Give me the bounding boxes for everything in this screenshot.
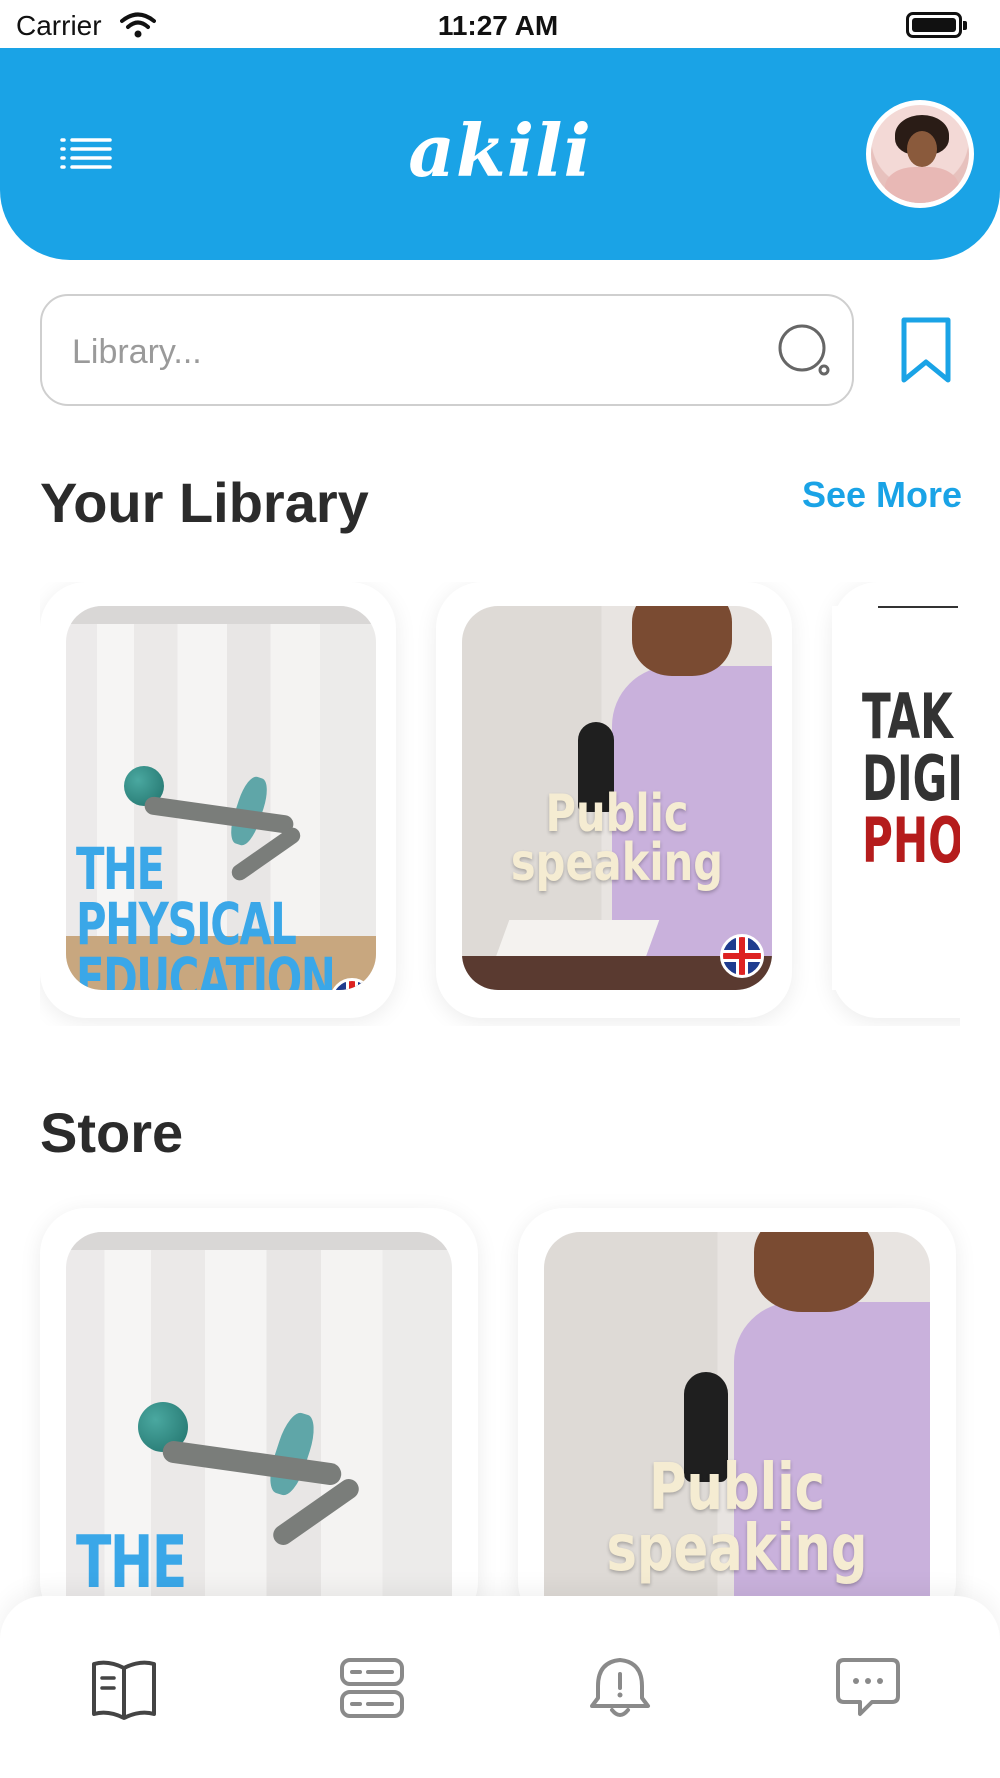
book-cover: Public speaking: [544, 1232, 930, 1632]
library-title: Your Library: [40, 471, 369, 534]
uk-flag-icon: [720, 934, 764, 978]
library-book-card[interactable]: Public speaking: [436, 582, 792, 1018]
bottom-nav: [0, 1596, 1000, 1778]
store-title: Store: [40, 1101, 184, 1164]
book-cover: Public speaking: [462, 606, 772, 990]
library-book-card[interactable]: TAK DIGI PHO: [832, 582, 960, 1018]
search-box: [40, 294, 854, 406]
battery-icon: [906, 12, 967, 38]
book-cover: TAK DIGI PHO: [832, 606, 960, 990]
library-book-card[interactable]: THE PHYSICAL EDUCATION: [40, 582, 396, 1018]
book-title: Public speaking: [510, 784, 724, 894]
status-bar: Carrier 11:27 AM: [0, 0, 1000, 48]
book-cover: THE: [66, 1232, 452, 1632]
book-icon[interactable]: [88, 1652, 160, 1724]
status-time: 11:27 AM: [437, 10, 559, 41]
avatar[interactable]: [866, 100, 974, 208]
app-logo: akili: [408, 108, 592, 193]
store-book-card[interactable]: THE: [40, 1208, 478, 1632]
chat-icon[interactable]: [832, 1652, 904, 1724]
library-rail: THE PHYSICAL EDUCATION Public speaking T…: [40, 582, 960, 1026]
search-input[interactable]: [72, 324, 752, 380]
bookmark-icon[interactable]: [896, 316, 956, 386]
app-header: akili: [0, 48, 1000, 260]
book-title: Public speaking: [606, 1451, 868, 1586]
bell-icon[interactable]: [584, 1652, 656, 1724]
book-cover: THE PHYSICAL EDUCATION: [66, 606, 376, 990]
see-more-link[interactable]: See More: [802, 474, 962, 516]
store-book-card[interactable]: Public speaking: [518, 1208, 956, 1632]
book-title: THE: [76, 1520, 187, 1604]
book-title: THE PHYSICAL EDUCATION: [76, 835, 336, 990]
search-icon[interactable]: [774, 320, 838, 384]
list-icon[interactable]: [336, 1652, 408, 1724]
